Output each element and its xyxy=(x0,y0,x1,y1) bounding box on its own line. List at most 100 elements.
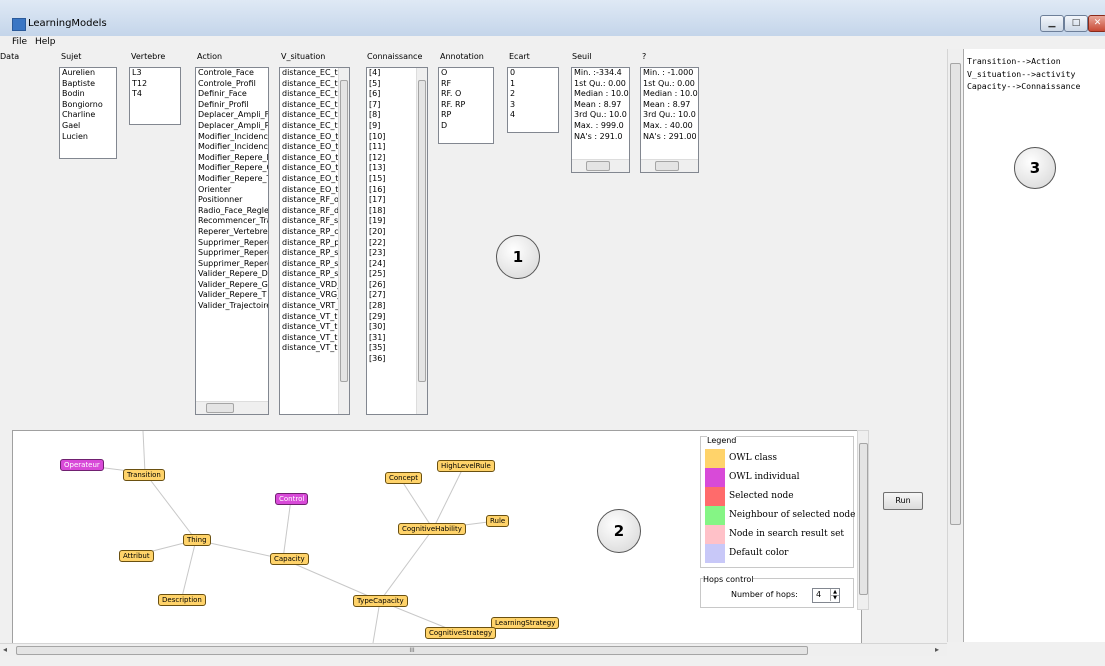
list-item[interactable]: Supprimer_Repere xyxy=(196,248,268,259)
list-item[interactable]: O xyxy=(439,68,493,79)
list-item[interactable]: [28] xyxy=(367,301,417,312)
list-item[interactable]: 3rd Qu.: 10.0 xyxy=(641,110,698,121)
list-item[interactable]: Median : 10.0 xyxy=(641,89,698,100)
list-item[interactable]: Charline xyxy=(60,110,116,121)
main-vscrollbar[interactable] xyxy=(947,49,962,642)
list-item[interactable]: NA's : 291.00 xyxy=(641,132,698,143)
list-item[interactable]: Controle_Profil xyxy=(196,79,268,90)
list-item[interactable]: Definir_Profil xyxy=(196,100,268,111)
list-item[interactable]: Valider_Repere_T xyxy=(196,290,268,301)
list-item[interactable]: Radio_Face_Regle xyxy=(196,206,268,217)
graph-node-typecapacity[interactable]: TypeCapacity xyxy=(353,595,408,607)
list-item[interactable]: distance_EC_tr xyxy=(280,79,339,90)
list-item[interactable]: [19] xyxy=(367,216,417,227)
list-item[interactable]: RF. RP xyxy=(439,100,493,111)
list-item[interactable]: Recommencer_Tra xyxy=(196,216,268,227)
list-item[interactable]: distance_RF_di xyxy=(280,206,339,217)
list-item[interactable]: distance_EC_tr xyxy=(280,110,339,121)
main-hscrollbar[interactable]: ◂ III ▸ xyxy=(0,643,947,656)
list-item[interactable]: 2 xyxy=(508,89,558,100)
list-item[interactable]: distance_EO_tr xyxy=(280,185,339,196)
list-item[interactable]: distance_EC_tr xyxy=(280,100,339,111)
graph-node-concept[interactable]: Concept xyxy=(385,472,422,484)
list-item[interactable]: [10] xyxy=(367,132,417,143)
list-item[interactable]: distance_VT_tr xyxy=(280,343,339,354)
list-item[interactable]: D xyxy=(439,121,493,132)
run-button[interactable]: Run xyxy=(883,492,923,510)
list-item[interactable]: distance_EC_tr xyxy=(280,89,339,100)
list-item[interactable]: distance_EO_tr xyxy=(280,142,339,153)
list-item[interactable]: Min. :-334.4 xyxy=(572,68,629,79)
list-item[interactable]: Valider_Trajectoire xyxy=(196,301,268,312)
list-item[interactable]: Lucien xyxy=(60,132,116,143)
list-item[interactable]: NA's : 291.0 xyxy=(572,132,629,143)
vertebre-list[interactable]: L3 T12 T4 xyxy=(129,67,181,125)
list-item[interactable]: 1st Qu.: 0.00 xyxy=(572,79,629,90)
list-item[interactable]: Aurelien xyxy=(60,68,116,79)
list-item[interactable]: 3 xyxy=(508,100,558,111)
hops-stepper[interactable]: 4 ▲ ▼ xyxy=(812,588,840,603)
list-item[interactable]: 4 xyxy=(508,110,558,121)
list-item[interactable]: Modifier_Repere_T xyxy=(196,174,268,185)
list-item[interactable]: distance_RP_su xyxy=(280,248,339,259)
list-item[interactable]: [24] xyxy=(367,259,417,270)
maximize-button[interactable]: □ xyxy=(1064,15,1088,32)
graph-node-learningstrategy[interactable]: LearningStrategy xyxy=(491,617,560,629)
menu-help[interactable]: Help xyxy=(35,37,56,47)
graph-node-cognitivestrategy[interactable]: CognitiveStrategy xyxy=(425,627,497,639)
list-item[interactable]: Orienter xyxy=(196,185,268,196)
list-item[interactable]: [27] xyxy=(367,290,417,301)
list-item[interactable]: L3 xyxy=(130,68,180,79)
list-item[interactable]: distance_EO_tr xyxy=(280,163,339,174)
list-item[interactable]: distance_EC_tr xyxy=(280,68,339,79)
graph-node-description[interactable]: Description xyxy=(158,594,206,606)
list-item[interactable]: distance_EO_tr xyxy=(280,132,339,143)
list-item[interactable]: Supprimer_Repere xyxy=(196,238,268,249)
list-item[interactable]: [7] xyxy=(367,100,417,111)
graph-node-attribut[interactable]: Attribut xyxy=(119,550,154,562)
minimize-button[interactable]: ▁ xyxy=(1040,15,1064,32)
graph-vscrollbar[interactable] xyxy=(857,430,869,610)
list-item[interactable]: distance_EO_tr xyxy=(280,174,339,185)
list-item[interactable]: [16] xyxy=(367,185,417,196)
list-item[interactable]: Baptiste xyxy=(60,79,116,90)
list-item[interactable]: Bodin xyxy=(60,89,116,100)
list-item[interactable]: [36] xyxy=(367,354,417,365)
connaissance-list[interactable]: [4] [5] [6] [7] [8] [9] [10] [11] [12] [13] [15] [1… xyxy=(366,67,428,415)
list-item[interactable]: [35] xyxy=(367,343,417,354)
list-item[interactable]: [4] xyxy=(367,68,417,79)
list-item[interactable]: RF xyxy=(439,79,493,90)
list-item[interactable]: Modifier_Repere_G xyxy=(196,163,268,174)
list-item[interactable]: [5] xyxy=(367,79,417,90)
close-button[interactable]: ✕ xyxy=(1088,15,1105,32)
output-panel[interactable]: Transition-->Action V_situation-->activi… xyxy=(963,49,1105,642)
seuil-hscrollbar[interactable] xyxy=(572,159,629,172)
list-item[interactable]: Valider_Repere_G xyxy=(196,280,268,291)
connaissance-vscrollbar[interactable] xyxy=(416,68,427,414)
list-item[interactable]: [6] xyxy=(367,89,417,100)
list-item[interactable]: distance_EC_tr xyxy=(280,121,339,132)
list-item[interactable]: distance_RP_p\ xyxy=(280,238,339,249)
list-item[interactable]: RF. O xyxy=(439,89,493,100)
list-item[interactable]: distance_VRG_ xyxy=(280,290,339,301)
list-item[interactable]: [8] xyxy=(367,110,417,121)
list-item[interactable]: [18] xyxy=(367,206,417,217)
list-item[interactable]: [23] xyxy=(367,248,417,259)
list-item[interactable]: Mean : 8.97 xyxy=(572,100,629,111)
list-item[interactable]: Min. : -1.000 xyxy=(641,68,698,79)
list-item[interactable]: distance_VT_tr xyxy=(280,312,339,323)
list-item[interactable]: RP xyxy=(439,110,493,121)
list-item[interactable]: Median : 10.0 xyxy=(572,89,629,100)
list-item[interactable]: 0 xyxy=(508,68,558,79)
list-item[interactable]: distance_RF_oi xyxy=(280,195,339,206)
list-item[interactable]: [30] xyxy=(367,322,417,333)
list-item[interactable]: [25] xyxy=(367,269,417,280)
seuil-list[interactable]: Min. :-334.4 1st Qu.: 0.00 Median : 10.0 Me… xyxy=(571,67,630,173)
list-item[interactable]: [11] xyxy=(367,142,417,153)
list-item[interactable]: [26] xyxy=(367,280,417,291)
list-item[interactable]: Positionner xyxy=(196,195,268,206)
list-item[interactable]: Modifier_Incidence xyxy=(196,132,268,143)
list-item[interactable]: distance_EO_tr xyxy=(280,153,339,164)
list-item[interactable]: [15] xyxy=(367,174,417,185)
graph-node-highlevelrule[interactable]: HighLevelRule xyxy=(437,460,495,472)
